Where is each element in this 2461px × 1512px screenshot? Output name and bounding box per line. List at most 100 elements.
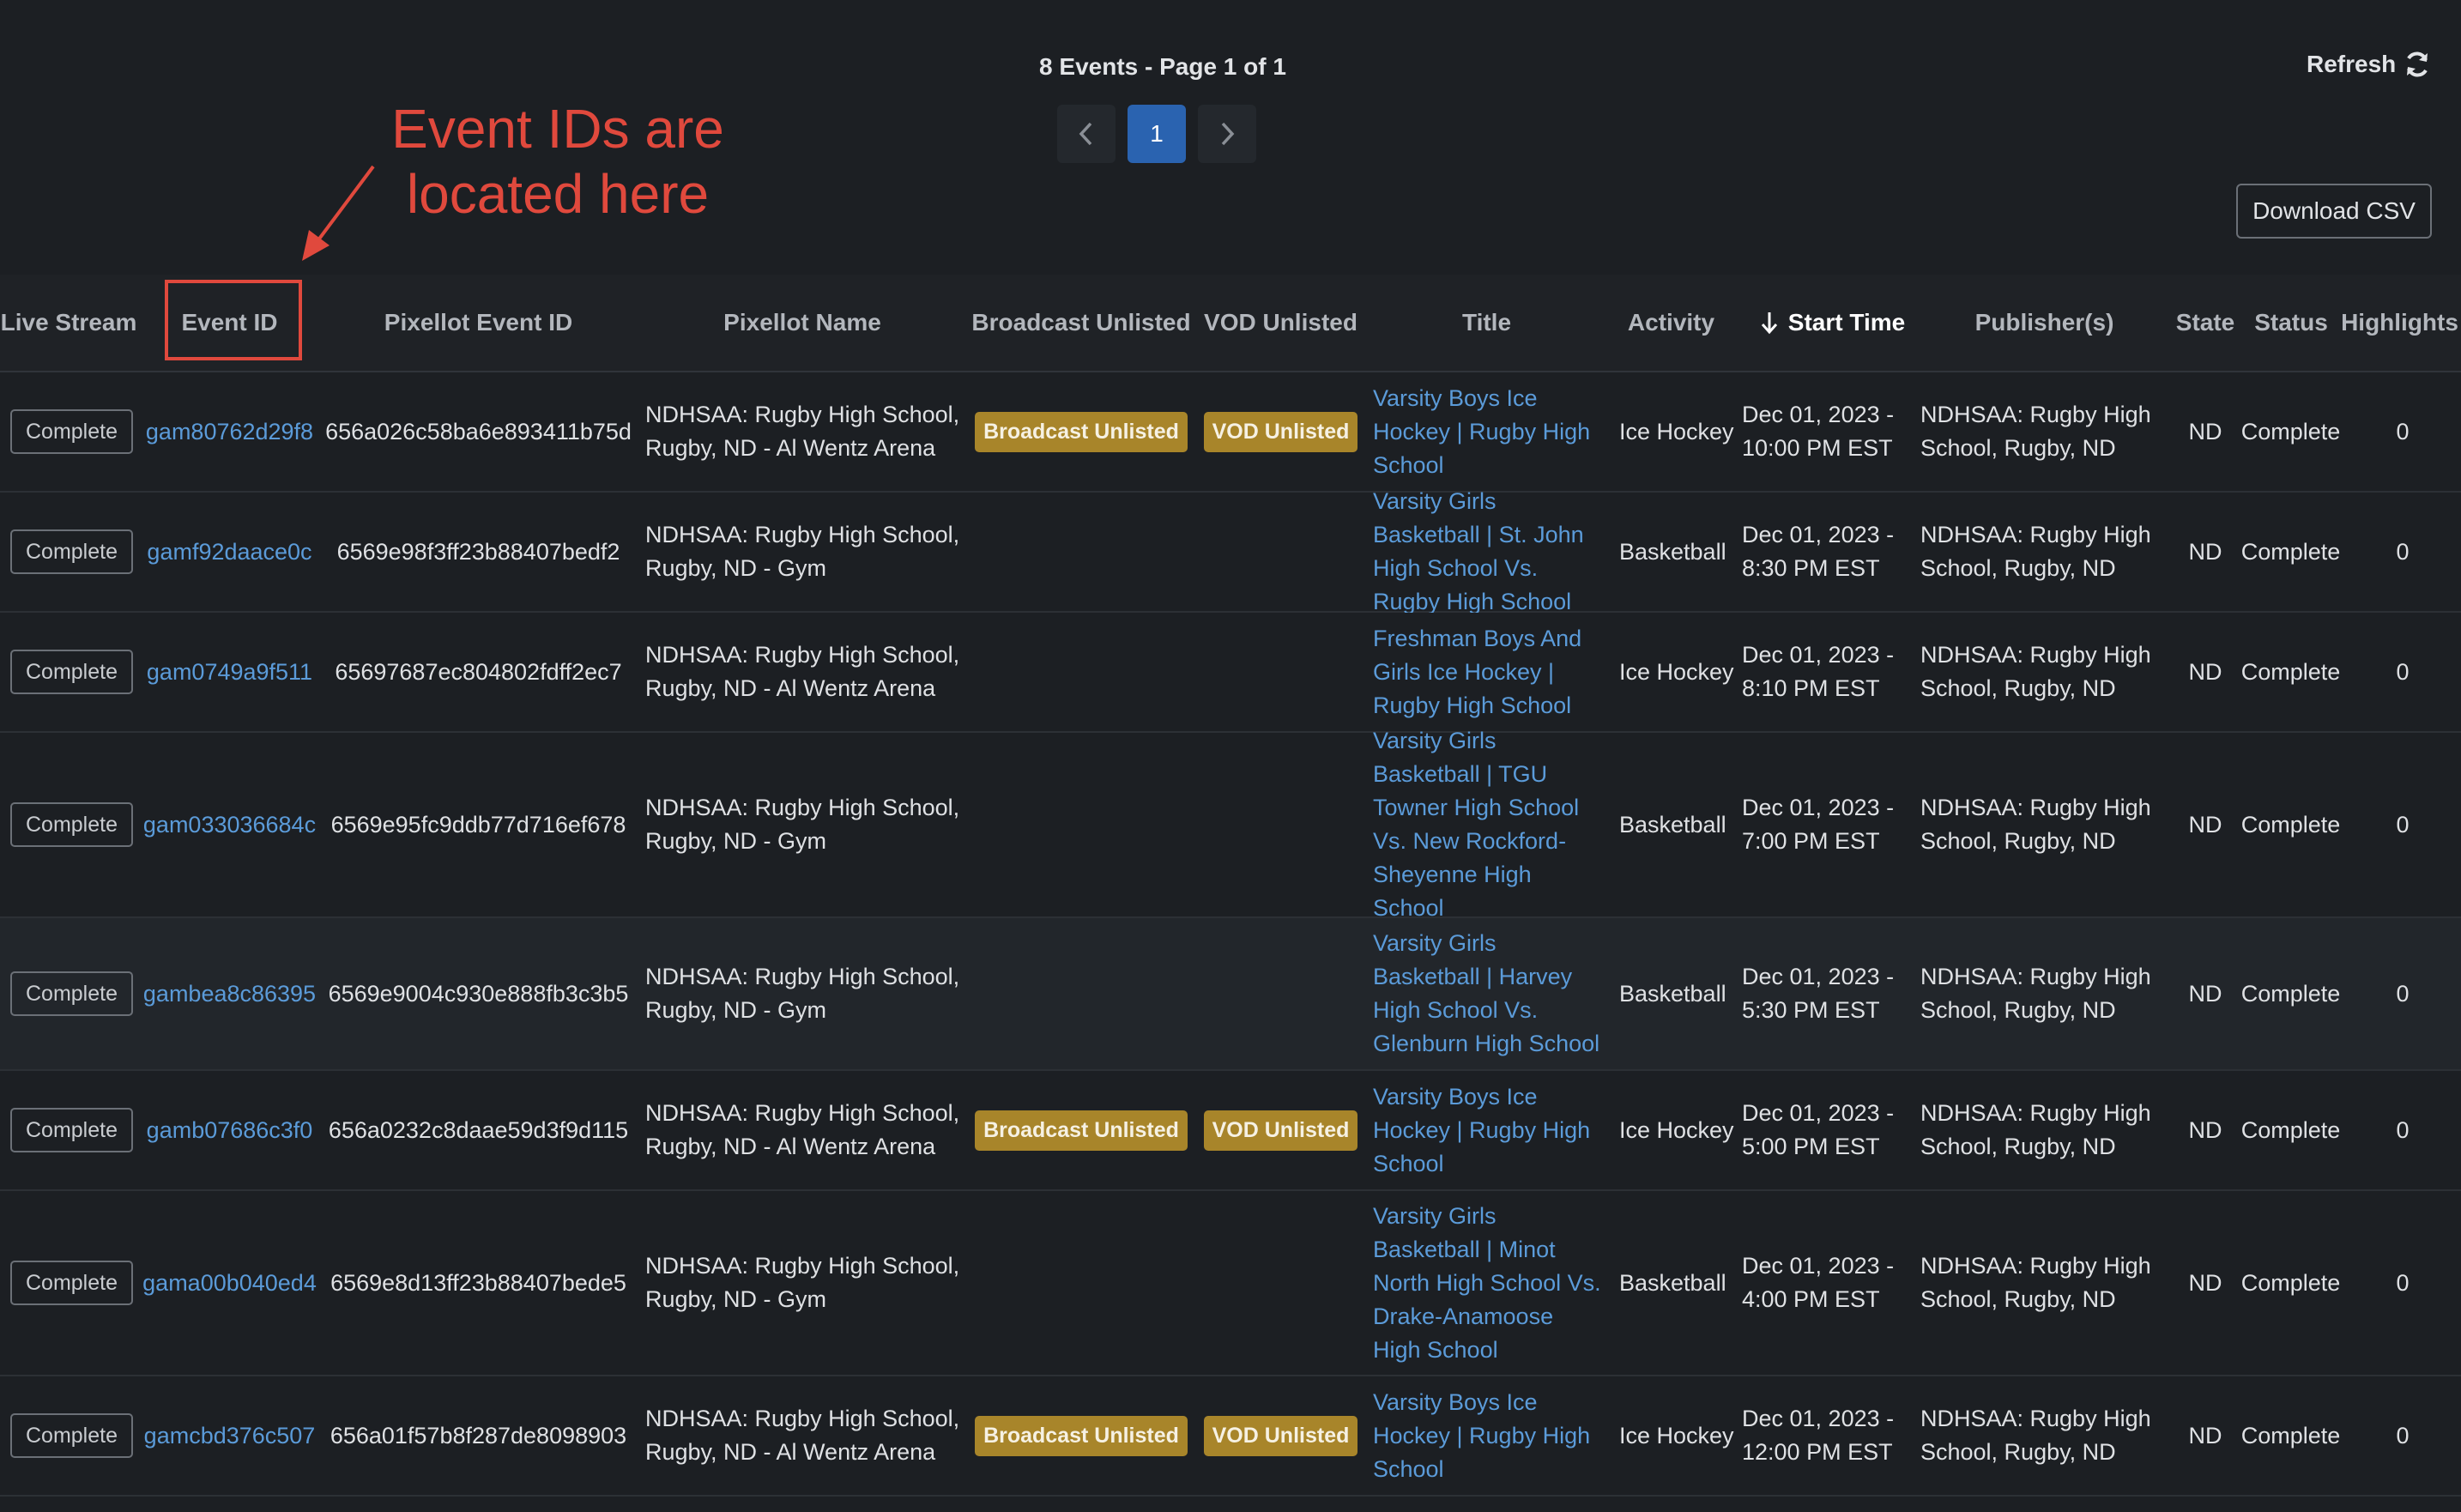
cell-start-time: Dec 01, 2023 - 10:00 PM EST bbox=[1742, 402, 1895, 461]
cell-pixellot-name: NDHSAA: Rugby High School, Rugby, ND - A… bbox=[645, 642, 960, 701]
cell-status: Complete bbox=[2240, 1116, 2341, 1143]
pagination-summary: 8 Events - Page 1 of 1 bbox=[1039, 53, 1286, 80]
live-stream-button[interactable]: Complete bbox=[10, 409, 133, 454]
cell-publishers: NDHSAA: Rugby High School, Rugby, ND bbox=[1920, 642, 2151, 701]
live-stream-button[interactable]: Complete bbox=[10, 1261, 133, 1305]
page-1-button[interactable]: 1 bbox=[1128, 105, 1186, 163]
title-link[interactable]: Varsity Girls Basketball | TGU Towner Hi… bbox=[1373, 724, 1605, 925]
live-stream-button[interactable]: Complete bbox=[10, 1413, 133, 1458]
download-csv-button[interactable]: Download CSV bbox=[2236, 184, 2432, 239]
cell-start-time: Dec 01, 2023 - 8:10 PM EST bbox=[1742, 642, 1895, 701]
cell-start-time: Dec 01, 2023 - 5:00 PM EST bbox=[1742, 1100, 1895, 1159]
table-row: Complete gama00b040ed4 6569e8d13ff23b88407… bbox=[0, 1191, 2461, 1376]
col-pixellot-name[interactable]: Pixellot Name bbox=[639, 275, 965, 371]
broadcast-unlisted-badge: Broadcast Unlisted bbox=[975, 411, 1188, 452]
cell-broadcast-unlisted-badge bbox=[970, 493, 1193, 611]
col-live-stream[interactable]: Live Stream bbox=[0, 275, 137, 371]
event-id-link[interactable]: gamcbd376c507 bbox=[144, 1419, 316, 1453]
title-link[interactable]: Varsity Boys Ice Hockey | Rugby High Sch… bbox=[1373, 382, 1605, 482]
cell-broadcast-unlisted-badge: Broadcast Unlisted bbox=[970, 1071, 1193, 1189]
col-highlights[interactable]: Highlights bbox=[2338, 275, 2461, 371]
live-stream-button[interactable]: Complete bbox=[10, 1108, 133, 1152]
col-title[interactable]: Title bbox=[1369, 275, 1605, 371]
table-body: Complete gam80762d29f8 656a026c58ba6e89341… bbox=[0, 372, 2461, 1497]
event-id-link[interactable]: gam033036684c bbox=[143, 808, 316, 842]
title-link[interactable]: Varsity Boys Ice Hockey | Rugby High Sch… bbox=[1373, 1080, 1605, 1181]
col-activity[interactable]: Activity bbox=[1609, 275, 1733, 371]
cell-start-time: Dec 01, 2023 - 5:30 PM EST bbox=[1742, 964, 1895, 1023]
col-pixellot-event-id[interactable]: Pixellot Event ID bbox=[322, 275, 635, 371]
prev-page-button[interactable] bbox=[1057, 105, 1116, 163]
cell-live-stream-button: Complete bbox=[10, 1376, 139, 1495]
table-row: Complete gamf92daace0c 6569e98f3ff23b88407… bbox=[0, 488, 2461, 614]
cell-highlights: 0 bbox=[2396, 658, 2410, 685]
cell-event-id-link: gam033036684c bbox=[142, 733, 317, 916]
cell-status: Complete bbox=[2240, 418, 2341, 445]
cell-vod-unlisted-badge: VOD Unlisted bbox=[1197, 1071, 1364, 1189]
cell-state: ND bbox=[2188, 1269, 2222, 1296]
title-link[interactable]: Varsity Girls Basketball | Minot North H… bbox=[1373, 1200, 1605, 1367]
live-stream-button[interactable]: Complete bbox=[10, 802, 133, 847]
cell-vod-unlisted-badge bbox=[1197, 1191, 1364, 1375]
cell-activity: Basketball bbox=[1619, 811, 1726, 838]
cell-pixellot-name: NDHSAA: Rugby High School, Rugby, ND - G… bbox=[645, 522, 960, 581]
cell-event-id-link: gambea8c86395 bbox=[142, 918, 317, 1069]
cell-pixellot-event-id: 6569e95fc9ddb77d716ef678 bbox=[330, 811, 626, 838]
cell-status: Complete bbox=[2240, 811, 2341, 838]
event-id-link[interactable]: gamf92daace0c bbox=[147, 535, 311, 569]
cell-pixellot-event-id: 6569e98f3ff23b88407bedf2 bbox=[336, 538, 620, 565]
cell-state: ND bbox=[2188, 811, 2222, 838]
cell-broadcast-unlisted-badge bbox=[970, 918, 1193, 1069]
cell-broadcast-unlisted-badge bbox=[970, 733, 1193, 916]
cell-broadcast-unlisted-badge bbox=[970, 613, 1193, 731]
event-id-link[interactable]: gambea8c86395 bbox=[143, 977, 316, 1011]
col-status[interactable]: Status bbox=[2248, 275, 2334, 371]
col-vod-unlisted[interactable]: VOD Unlisted bbox=[1197, 275, 1364, 371]
vod-unlisted-badge: VOD Unlisted bbox=[1203, 1415, 1358, 1456]
annotation-arrow-icon bbox=[302, 165, 375, 261]
cell-status: Complete bbox=[2240, 1269, 2341, 1296]
event-id-link[interactable]: gam80762d29f8 bbox=[146, 415, 313, 449]
col-start-time[interactable]: Start Time bbox=[1738, 275, 1926, 371]
cell-live-stream-button: Complete bbox=[10, 613, 139, 731]
col-publishers[interactable]: Publisher(s) bbox=[1931, 275, 2158, 371]
cell-event-id-link: gamcbd376c507 bbox=[142, 1376, 317, 1495]
cell-activity: Ice Hockey bbox=[1619, 658, 1734, 685]
cell-vod-unlisted-badge bbox=[1197, 733, 1364, 916]
title-link[interactable]: Freshman Boys And Girls Ice Hockey | Rug… bbox=[1373, 622, 1605, 723]
cell-live-stream-button: Complete bbox=[10, 372, 139, 491]
next-page-button[interactable] bbox=[1198, 105, 1256, 163]
title-link[interactable]: Varsity Girls Basketball | St. John High… bbox=[1373, 485, 1605, 619]
table-row: Complete gamcbd376c507 656a01f57b8f287de80… bbox=[0, 1376, 2461, 1497]
cell-state: ND bbox=[2188, 538, 2222, 565]
col-broadcast-unlisted[interactable]: Broadcast Unlisted bbox=[970, 275, 1193, 371]
event-id-link[interactable]: gam0749a9f511 bbox=[147, 656, 312, 689]
sort-arrow-down-icon bbox=[1761, 312, 1777, 335]
refresh-button[interactable]: Refresh bbox=[2307, 50, 2432, 79]
events-table: Live Stream Event ID Pixellot Event ID P… bbox=[0, 275, 2461, 1497]
event-id-link[interactable]: gamb07686c3f0 bbox=[147, 1114, 313, 1147]
event-id-link[interactable]: gama00b040ed4 bbox=[142, 1267, 317, 1300]
cell-pixellot-name: NDHSAA: Rugby High School, Rugby, ND - G… bbox=[645, 964, 960, 1023]
title-link[interactable]: Varsity Girls Basketball | Harvey High S… bbox=[1373, 927, 1605, 1061]
cell-publishers: NDHSAA: Rugby High School, Rugby, ND bbox=[1920, 1100, 2151, 1159]
vod-unlisted-badge: VOD Unlisted bbox=[1203, 1110, 1358, 1151]
cell-title-link: Varsity Girls Basketball | St. John High… bbox=[1373, 488, 1605, 614]
title-link[interactable]: Varsity Boys Ice Hockey | Rugby High Sch… bbox=[1373, 1386, 1605, 1486]
cell-pixellot-name: NDHSAA: Rugby High School, Rugby, ND - G… bbox=[645, 795, 960, 854]
cell-live-stream-button: Complete bbox=[10, 493, 139, 611]
table-row: Complete gambea8c86395 6569e9004c930e888fb… bbox=[0, 918, 2461, 1071]
cell-pixellot-event-id: 656a01f57b8f287de8098903 bbox=[330, 1422, 627, 1448]
cell-event-id-link: gam80762d29f8 bbox=[142, 372, 317, 491]
col-state[interactable]: State bbox=[2162, 275, 2248, 371]
cell-activity: Ice Hockey bbox=[1619, 1422, 1734, 1448]
cell-live-stream-button: Complete bbox=[10, 733, 139, 916]
cell-highlights: 0 bbox=[2396, 1422, 2410, 1448]
cell-pixellot-event-id: 6569e9004c930e888fb3c3b5 bbox=[328, 980, 629, 1007]
live-stream-button[interactable]: Complete bbox=[10, 650, 133, 694]
live-stream-button[interactable]: Complete bbox=[10, 971, 133, 1016]
annotation-text: Event IDs are located here bbox=[369, 96, 747, 227]
cell-broadcast-unlisted-badge bbox=[970, 1191, 1193, 1375]
cell-event-id-link: gamb07686c3f0 bbox=[142, 1071, 317, 1189]
live-stream-button[interactable]: Complete bbox=[10, 529, 133, 574]
